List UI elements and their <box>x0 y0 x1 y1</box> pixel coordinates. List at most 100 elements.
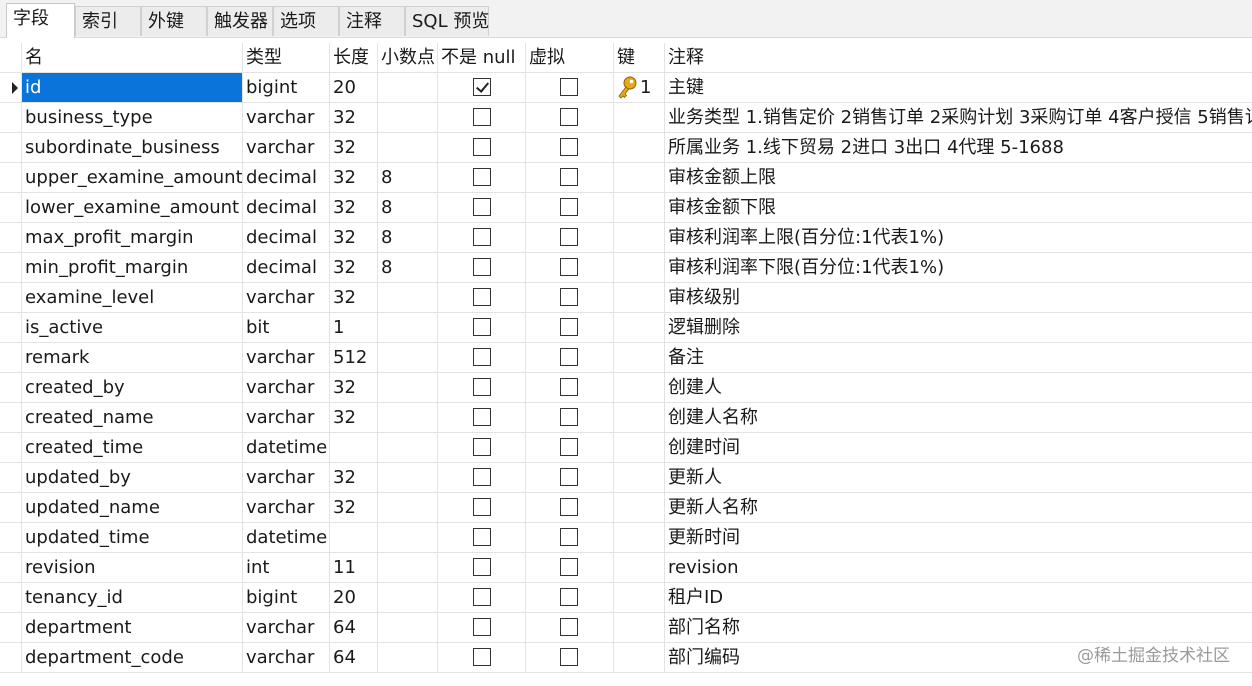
column-header-virtual[interactable]: 虚拟 <box>526 43 614 73</box>
tab-triggers[interactable]: 触发器 <box>207 6 273 36</box>
field-virtual-cell[interactable] <box>526 163 614 193</box>
field-type-cell[interactable]: varchar <box>243 493 330 523</box>
table-row[interactable]: updated_by varchar 32 更新人 <box>0 463 1252 493</box>
row-selector[interactable] <box>0 223 22 253</box>
row-selector[interactable] <box>0 163 22 193</box>
row-selector[interactable] <box>0 73 22 103</box>
field-decimals-cell[interactable]: 8 <box>378 223 438 253</box>
tab-sql-preview[interactable]: SQL 预览 <box>405 6 489 36</box>
field-key-cell[interactable] <box>614 583 665 613</box>
tab-options[interactable]: 选项 <box>273 6 339 36</box>
field-name-cell[interactable]: subordinate_business <box>22 133 243 163</box>
field-type-cell[interactable]: int <box>243 553 330 583</box>
field-virtual-cell[interactable] <box>526 73 614 103</box>
row-selector[interactable] <box>0 343 22 373</box>
field-virtual-cell[interactable] <box>526 463 614 493</box>
not-null-checkbox[interactable] <box>473 498 491 516</box>
field-key-cell[interactable] <box>614 403 665 433</box>
virtual-checkbox[interactable] <box>560 168 578 186</box>
row-selector[interactable] <box>0 193 22 223</box>
column-header-name[interactable]: 名 <box>22 43 243 73</box>
table-row[interactable]: updated_time datetime 更新时间 <box>0 523 1252 553</box>
table-row[interactable]: business_type varchar 32 业务类型 1.销售定价 2销售订单 … <box>0 103 1252 133</box>
field-length-cell[interactable]: 32 <box>330 163 378 193</box>
field-name-cell[interactable]: department_code <box>22 643 243 673</box>
virtual-checkbox[interactable] <box>560 618 578 636</box>
field-virtual-cell[interactable] <box>526 133 614 163</box>
field-virtual-cell[interactable] <box>526 553 614 583</box>
field-not-null-cell[interactable] <box>438 583 526 613</box>
field-name-cell[interactable]: updated_by <box>22 463 243 493</box>
field-not-null-cell[interactable] <box>438 553 526 583</box>
field-comment-cell[interactable]: 所属业务 1.线下贸易 2进口 3出口 4代理 5-1688 <box>665 133 1252 163</box>
virtual-checkbox[interactable] <box>560 318 578 336</box>
field-key-cell[interactable] <box>614 103 665 133</box>
field-type-cell[interactable]: varchar <box>243 343 330 373</box>
not-null-checkbox[interactable] <box>473 198 491 216</box>
field-virtual-cell[interactable] <box>526 223 614 253</box>
row-selector[interactable] <box>0 553 22 583</box>
not-null-checkbox[interactable] <box>473 408 491 426</box>
row-selector[interactable] <box>0 493 22 523</box>
field-key-cell[interactable] <box>614 433 665 463</box>
virtual-checkbox[interactable] <box>560 408 578 426</box>
field-comment-cell[interactable]: 审核金额下限 <box>665 193 1252 223</box>
not-null-checkbox[interactable] <box>473 318 491 336</box>
field-not-null-cell[interactable] <box>438 253 526 283</box>
virtual-checkbox[interactable] <box>560 438 578 456</box>
field-decimals-cell[interactable] <box>378 643 438 673</box>
field-key-cell[interactable] <box>614 223 665 253</box>
field-key-cell[interactable] <box>614 463 665 493</box>
row-selector[interactable] <box>0 433 22 463</box>
not-null-checkbox[interactable] <box>473 648 491 666</box>
virtual-checkbox[interactable] <box>560 498 578 516</box>
field-decimals-cell[interactable] <box>378 103 438 133</box>
field-virtual-cell[interactable] <box>526 583 614 613</box>
field-not-null-cell[interactable] <box>438 223 526 253</box>
field-key-cell[interactable]: 1 <box>614 73 665 103</box>
virtual-checkbox[interactable] <box>560 138 578 156</box>
virtual-checkbox[interactable] <box>560 198 578 216</box>
field-type-cell[interactable]: datetime <box>243 433 330 463</box>
field-name-cell[interactable]: business_type <box>22 103 243 133</box>
virtual-checkbox[interactable] <box>560 78 578 96</box>
tab-indexes[interactable]: 索引 <box>75 6 141 36</box>
field-virtual-cell[interactable] <box>526 613 614 643</box>
field-key-cell[interactable] <box>614 253 665 283</box>
field-decimals-cell[interactable] <box>378 433 438 463</box>
field-decimals-cell[interactable] <box>378 493 438 523</box>
not-null-checkbox[interactable] <box>473 258 491 276</box>
field-length-cell[interactable]: 512 <box>330 343 378 373</box>
field-name-cell[interactable]: lower_examine_amount <box>22 193 243 223</box>
field-not-null-cell[interactable] <box>438 463 526 493</box>
row-selector[interactable] <box>0 613 22 643</box>
virtual-checkbox[interactable] <box>560 288 578 306</box>
field-length-cell[interactable] <box>330 523 378 553</box>
virtual-checkbox[interactable] <box>560 558 578 576</box>
field-not-null-cell[interactable] <box>438 73 526 103</box>
field-name-cell[interactable]: id <box>22 73 243 103</box>
field-name-cell[interactable]: updated_name <box>22 493 243 523</box>
table-row[interactable]: remark varchar 512 备注 <box>0 343 1252 373</box>
field-not-null-cell[interactable] <box>438 613 526 643</box>
field-not-null-cell[interactable] <box>438 103 526 133</box>
field-comment-cell[interactable]: 租户ID <box>665 583 1252 613</box>
field-comment-cell[interactable]: 创建人 <box>665 373 1252 403</box>
table-row[interactable]: max_profit_margin decimal 32 8 审核利润率上限(百分位:1… <box>0 223 1252 253</box>
virtual-checkbox[interactable] <box>560 648 578 666</box>
field-type-cell[interactable]: bit <box>243 313 330 343</box>
field-virtual-cell[interactable] <box>526 493 614 523</box>
not-null-checkbox[interactable] <box>473 108 491 126</box>
table-row[interactable]: updated_name varchar 32 更新人名称 <box>0 493 1252 523</box>
table-row[interactable]: min_profit_margin decimal 32 8 审核利润率下限(百分位:1… <box>0 253 1252 283</box>
field-decimals-cell[interactable] <box>378 553 438 583</box>
table-row[interactable]: is_active bit 1 逻辑删除 <box>0 313 1252 343</box>
field-comment-cell[interactable]: 更新人名称 <box>665 493 1252 523</box>
field-name-cell[interactable]: created_by <box>22 373 243 403</box>
field-decimals-cell[interactable]: 8 <box>378 163 438 193</box>
field-comment-cell[interactable]: 主键 <box>665 73 1252 103</box>
field-not-null-cell[interactable] <box>438 403 526 433</box>
field-decimals-cell[interactable] <box>378 373 438 403</box>
table-row[interactable]: subordinate_business varchar 32 所属业务 1.线下贸易… <box>0 133 1252 163</box>
field-length-cell[interactable]: 32 <box>330 253 378 283</box>
